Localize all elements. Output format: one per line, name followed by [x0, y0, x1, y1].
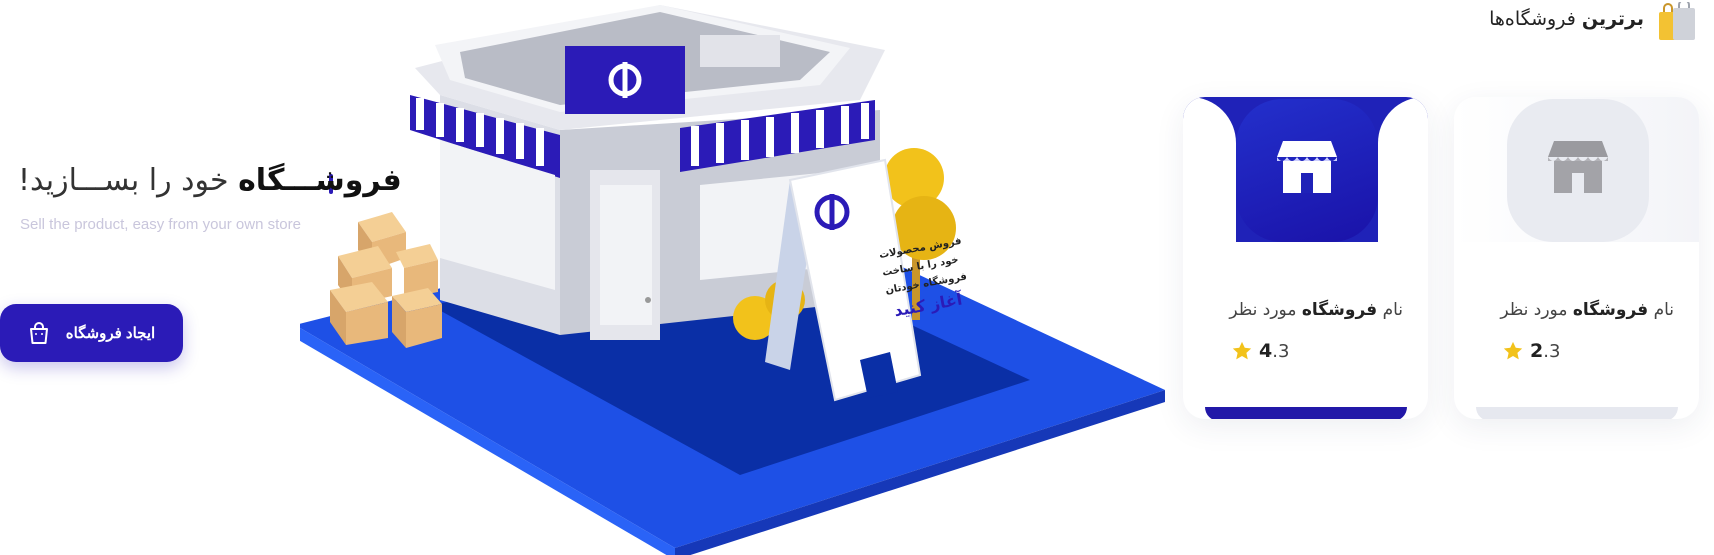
card-accent-bar [1476, 407, 1678, 419]
cardboard-boxes [330, 212, 442, 348]
store-name: نام فروشگاه مورد نظر [1229, 300, 1403, 320]
rating-main: 2 [1530, 340, 1544, 362]
hero-title-rest: خود را بســـازید! [18, 163, 229, 198]
create-store-label: ایجاد فروشگاه [65, 325, 156, 342]
shopping-bags-icon [1659, 2, 1695, 40]
store-card[interactable]: نام فروشگاه مورد نظر 4.3 [1183, 97, 1428, 419]
section-title: برترین فروشگاه‌ها [1489, 8, 1644, 30]
shopping-bag-icon [29, 322, 48, 344]
store-icon-box [1507, 99, 1649, 242]
store-rating: 2.3 [1502, 340, 1560, 362]
rating-decimal: .3 [1272, 341, 1290, 362]
hero-subtitle: Sell the product, easy from your own sto… [20, 216, 301, 233]
store-card[interactable]: نام فروشگاه مورد نظر 2.3 [1454, 97, 1699, 419]
create-store-button[interactable]: ایجاد فروشگاه [0, 304, 183, 362]
store-icon-box [1236, 99, 1378, 242]
card-accent-bar [1205, 407, 1407, 419]
store-illustration: فروش محصولات خود را با ساخت فروشگاه خودت… [300, 5, 1165, 555]
rating-main: 4 [1259, 340, 1273, 362]
storefront-icon [1548, 141, 1608, 193]
section-title-bold: برترین [1581, 8, 1644, 30]
star-icon [1232, 341, 1252, 360]
rating-decimal: .3 [1543, 341, 1561, 362]
section-title-rest: فروشگاه‌ها [1489, 8, 1576, 30]
star-icon [1503, 341, 1523, 360]
store-name: نام فروشگاه مورد نظر [1500, 300, 1674, 320]
store-rating: 4.3 [1231, 340, 1289, 362]
storefront-icon [1277, 141, 1337, 193]
